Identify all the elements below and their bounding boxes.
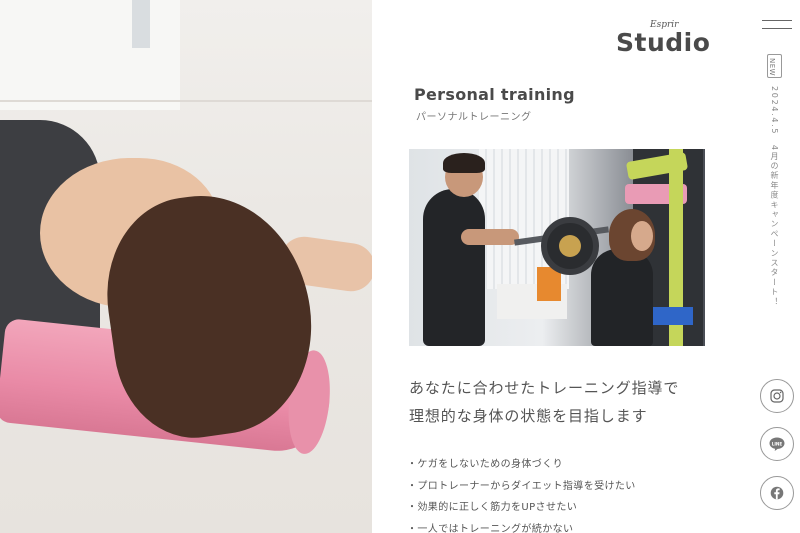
brand-logo[interactable]: Esprir Studio [616, 20, 710, 57]
lead-line-2: 理想的な身体の状態を目指します [409, 407, 648, 425]
instagram-button[interactable] [760, 379, 794, 413]
lead-copy: あなたに合わせたトレーニング指導で 理想的な身体の状態を目指します [409, 374, 679, 430]
lead-line-1: あなたに合わせたトレーニング指導で [409, 379, 680, 397]
line-label: LINE [772, 441, 783, 446]
news-link[interactable]: 2024.4.5 4月の新年度キャンペーンスタート！ [769, 86, 780, 307]
list-item: ケガをしないための身体づくり [407, 454, 636, 476]
hero-image [0, 0, 372, 533]
training-photo [409, 149, 705, 346]
facebook-button[interactable] [760, 476, 794, 510]
logo-wordmark: Studio [616, 28, 711, 57]
news-badge: NEW [767, 54, 782, 78]
feature-list: ケガをしないための身体づくり プロトレーナーからダイエット指導を受けたい 効果的… [407, 454, 636, 533]
menu-icon [762, 20, 792, 21]
list-item: 効果的に正しく筋力をUPさせたい [407, 497, 636, 519]
list-item: 一人ではトレーニングが続かない [407, 519, 636, 533]
menu-button[interactable] [762, 17, 792, 33]
section-title: Personal training [414, 85, 575, 104]
line-icon: LINE [769, 437, 785, 451]
instagram-icon [770, 389, 784, 403]
list-item: プロトレーナーからダイエット指導を受けたい [407, 476, 636, 498]
section-subtitle: パーソナルトレーニング [416, 112, 532, 123]
line-button[interactable]: LINE [760, 427, 794, 461]
facebook-icon [770, 486, 784, 500]
